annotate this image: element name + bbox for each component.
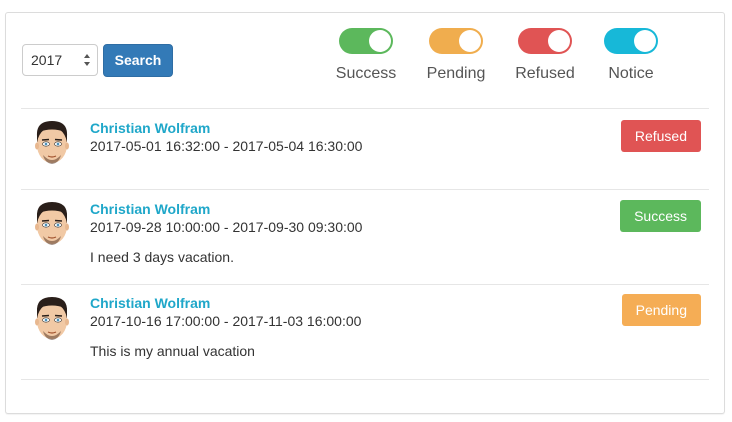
- legend-notice: Notice: [591, 28, 671, 83]
- request-dates: 2017-10-16 17:00:00 - 2017-11-03 16:00:0…: [90, 313, 362, 329]
- status-badge[interactable]: Success: [620, 200, 701, 232]
- avatar: [35, 297, 69, 340]
- legend-pending-label: Pending: [426, 65, 486, 82]
- avatar: [35, 202, 69, 245]
- year-select-value: 2017: [31, 52, 63, 68]
- success-toggle[interactable]: [339, 28, 393, 54]
- legend-success-label: Success: [335, 65, 397, 82]
- requester-name[interactable]: Christian Wolfram: [90, 120, 210, 136]
- list-item[interactable]: Christian Wolfram 2017-10-16 17:00:00 - …: [21, 285, 709, 380]
- vacation-panel: 2017 Search Success Pending Refused Noti…: [5, 12, 725, 414]
- request-dates: 2017-09-28 10:00:00 - 2017-09-30 09:30:0…: [90, 219, 363, 235]
- legend-refused-label: Refused: [515, 65, 575, 82]
- status-badge[interactable]: Refused: [620, 120, 701, 152]
- pending-toggle[interactable]: [429, 28, 483, 54]
- avatar: [35, 121, 69, 164]
- search-button[interactable]: Search: [103, 44, 173, 77]
- request-dates: 2017-05-01 16:32:00 - 2017-05-04 16:30:0…: [90, 138, 363, 154]
- select-arrows-icon: [84, 54, 90, 66]
- list-item[interactable]: Christian Wolfram 2017-09-28 10:00:00 - …: [21, 190, 709, 285]
- request-note: This is my annual vacation: [90, 343, 255, 359]
- legend-success: Success: [326, 28, 406, 83]
- notice-toggle[interactable]: [604, 28, 658, 54]
- request-note: I need 3 days vacation.: [90, 249, 234, 265]
- requester-name[interactable]: Christian Wolfram: [90, 201, 210, 217]
- requester-name[interactable]: Christian Wolfram: [90, 295, 210, 311]
- request-list: Christian Wolfram 2017-05-01 16:32:00 - …: [21, 108, 709, 380]
- legend-pending: Pending: [416, 28, 496, 83]
- refused-toggle[interactable]: [518, 28, 572, 54]
- status-badge[interactable]: Pending: [621, 294, 701, 326]
- year-select[interactable]: 2017: [22, 44, 98, 76]
- legend-refused: Refused: [505, 28, 585, 83]
- legend-notice-label: Notice: [608, 65, 654, 82]
- list-item[interactable]: Christian Wolfram 2017-05-01 16:32:00 - …: [21, 109, 709, 190]
